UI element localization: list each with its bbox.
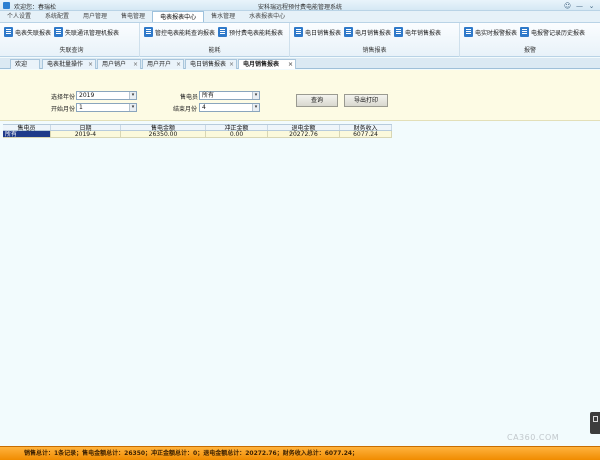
menu-user-management[interactable]: 用户管理	[76, 11, 114, 22]
ribbon-group-title: 销售报表	[362, 47, 387, 54]
close-tab-icon[interactable]: ×	[288, 60, 293, 69]
end-month-select[interactable]: 4 ▾	[199, 103, 260, 112]
tab-welcome[interactable]: 欢迎	[10, 59, 40, 69]
table-cell[interactable]: 20272.76	[268, 131, 340, 138]
report-icon	[344, 27, 354, 37]
sales-table: 售电员 日期 售电金额 冲正金额 退电金额 财务收入 所有 2019-4 263…	[3, 124, 392, 138]
menu-bar: 个人设置 系统配置 用户管理 售电管理 电表报表中心 售水管理 水表报表中心	[0, 11, 600, 23]
export-print-button[interactable]: 导出打印	[344, 94, 388, 107]
tab-user-close-account[interactable]: 用户销户 ×	[97, 59, 141, 69]
start-month-select[interactable]: 1 ▾	[76, 103, 137, 112]
side-panel-tab[interactable]	[590, 412, 600, 434]
minimize-icon[interactable]: —	[575, 1, 584, 10]
table-cell[interactable]: 26350.00	[121, 131, 206, 138]
prepaid-meter-energy-report-button[interactable]: 预付费电表能耗报表	[218, 26, 283, 38]
realtime-alarm-report-button[interactable]: 电实时报警报表	[464, 26, 517, 38]
ribbon-group-sales: 电日销售报表 电月销售报表 电年销售报表 销售报表	[290, 23, 460, 57]
report-icon	[218, 27, 228, 37]
table-header: 售电员 日期 售电金额 冲正金额 退电金额 财务收入	[3, 124, 392, 132]
table-cell[interactable]: 6077.24	[340, 131, 392, 138]
menu-personal-settings[interactable]: 个人设置	[0, 11, 38, 22]
window-title: 安科瑞远程预付费电能管理系统	[257, 4, 342, 11]
user-icon[interactable]: ☺	[563, 1, 572, 10]
menu-system-config[interactable]: 系统配置	[38, 11, 76, 22]
ribbon-group-title: 能耗	[208, 47, 221, 54]
report-icon	[520, 27, 530, 37]
ribbon-group-energy: 管控电表能耗查询报表 预付费电表能耗报表 能耗	[140, 23, 290, 57]
monthly-sales-report-button[interactable]: 电月销售报表	[344, 26, 391, 38]
filter-panel: 选择年份 2019 ▾ 开始月份 1 ▾ 售电员 所有 ▾ 结束月份 4 ▾ 查…	[0, 70, 600, 121]
report-icon	[4, 27, 13, 37]
chevron-down-icon: ▾	[252, 104, 259, 111]
column-header[interactable]: 退电金额	[268, 125, 340, 132]
report-icon	[294, 27, 303, 37]
year-select[interactable]: 2019 ▾	[76, 91, 137, 100]
table-cell[interactable]: 0.00	[206, 131, 268, 138]
title-bar: 欢迎您：春瑞松 安科瑞远程预付费电能管理系统 ☺ — ⌄	[0, 0, 600, 11]
ribbon-group-title: 失联查询	[59, 47, 84, 54]
watermark: CA360.COM	[507, 433, 560, 442]
close-tab-icon[interactable]: ×	[229, 60, 234, 69]
table-row[interactable]: 所有 2019-4 26350.00 0.00 20272.76 6077.24	[3, 131, 392, 138]
column-header[interactable]: 日期	[51, 125, 121, 132]
table-cell[interactable]: 2019-4	[51, 131, 121, 138]
daily-sales-report-button[interactable]: 电日销售报表	[294, 26, 341, 38]
column-header[interactable]: 财务收入	[340, 125, 392, 132]
report-icon	[144, 27, 153, 37]
report-icon	[464, 27, 473, 37]
document-tab-bar: 欢迎 电表批量操作 × 用户销户 × 用户开户 × 电日销售报表 × 电月销售报表 ×	[0, 58, 600, 69]
close-tab-icon[interactable]: ×	[88, 60, 93, 69]
column-header[interactable]: 售电员	[3, 125, 51, 132]
tab-daily-sales-report[interactable]: 电日销售报表 ×	[185, 59, 237, 69]
table-cell[interactable]: 所有	[3, 131, 51, 138]
expand-icon[interactable]: ⌄	[587, 1, 596, 10]
yearly-sales-report-button[interactable]: 电年销售报表	[394, 26, 441, 38]
end-month-label: 结束月份	[173, 106, 198, 113]
tab-user-open-account[interactable]: 用户开户 ×	[142, 59, 184, 69]
offline-meter-report-button[interactable]: 电表失联报表	[4, 26, 51, 38]
document-icon	[593, 416, 598, 422]
close-tab-icon[interactable]: ×	[176, 60, 181, 69]
menu-water-report-center[interactable]: 水表报表中心	[242, 11, 292, 22]
report-icon	[394, 27, 404, 37]
alarm-history-report-button[interactable]: 电报警记录历史报表	[520, 26, 585, 38]
menu-meter-report-center[interactable]: 电表报表中心	[152, 11, 205, 22]
chevron-down-icon: ▾	[129, 104, 136, 111]
window-controls: ☺ — ⌄	[563, 1, 596, 10]
menu-electricity-sales[interactable]: 售电管理	[114, 11, 152, 22]
ribbon-group-alarm: 电实时报警报表 电报警记录历史报表 报警	[460, 23, 600, 57]
column-header[interactable]: 售电金额	[121, 125, 206, 132]
menu-water-sales[interactable]: 售水管理	[204, 11, 242, 22]
report-icon	[54, 27, 64, 37]
seller-label: 售电员	[180, 94, 199, 101]
tab-batch-meter-operation[interactable]: 电表批量操作 ×	[42, 59, 96, 69]
column-header[interactable]: 冲正金额	[206, 125, 268, 132]
ribbon-toolbar: 电表失联报表 失联通讯管理机报表 失联查询 管控电表能耗查询报表 预付费电表能耗…	[0, 23, 600, 57]
ribbon-group-offline: 电表失联报表 失联通讯管理机报表 失联查询	[4, 23, 140, 57]
chevron-down-icon: ▾	[252, 92, 259, 99]
controlled-meter-energy-report-button[interactable]: 管控电表能耗查询报表	[144, 26, 215, 38]
ribbon-group-title: 报警	[523, 47, 536, 54]
offline-gateway-report-button[interactable]: 失联通讯管理机报表	[54, 26, 119, 38]
year-label: 选择年份	[51, 94, 76, 101]
tab-monthly-sales-report[interactable]: 电月销售报表 ×	[238, 59, 296, 69]
chevron-down-icon: ▾	[129, 92, 136, 99]
seller-select[interactable]: 所有 ▾	[199, 91, 260, 100]
query-button[interactable]: 查询	[296, 94, 338, 107]
close-tab-icon[interactable]: ×	[133, 60, 138, 69]
start-month-label: 开始月份	[51, 106, 76, 113]
status-bar: 销售总计：1条记录；售电金额总计：26350；冲正金额总计：0；退电金额总计：2…	[0, 446, 600, 460]
